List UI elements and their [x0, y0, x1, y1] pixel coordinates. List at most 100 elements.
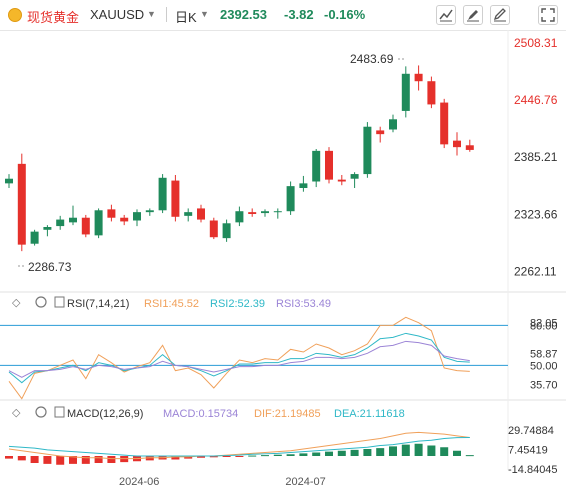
- candle-body: [389, 119, 397, 130]
- chevron-down-icon[interactable]: ▼: [200, 9, 209, 19]
- rsi3-line: [8, 340, 470, 378]
- candle-body: [94, 210, 103, 236]
- rsi1-label: RSI1:45.52: [144, 298, 199, 310]
- candle-body: [376, 130, 385, 135]
- dea-label: DEA:21.11618: [334, 408, 405, 420]
- y-tick-label: 2262.11: [514, 264, 557, 278]
- macd-title: MACD(12,26,9): [67, 408, 143, 420]
- settings-icon[interactable]: [35, 406, 47, 418]
- chevron-down-icon[interactable]: ▼: [147, 9, 156, 19]
- candle-body: [453, 140, 461, 148]
- rsi2-label: RSI2:52.39: [210, 298, 265, 310]
- candle-body: [261, 211, 269, 214]
- candle-body: [17, 163, 26, 245]
- macd-histogram-bar: [350, 449, 359, 456]
- macd-histogram-bar: [17, 456, 26, 461]
- x-tick-label: 2024-07: [285, 476, 325, 488]
- candle-body: [171, 180, 180, 217]
- macd-histogram-bar: [414, 443, 423, 456]
- rsi-y-tick-label: 50.00: [530, 360, 558, 372]
- dea-line: [8, 437, 470, 457]
- rsi1-line: [8, 316, 470, 400]
- candle-body: [209, 220, 218, 238]
- rsi3-label: RSI3:53.49: [276, 298, 331, 310]
- y-tick-label: 2446.76: [514, 93, 558, 107]
- macd-histogram-bar: [248, 455, 257, 457]
- rsi-title: RSI(7,14,21): [67, 298, 129, 310]
- candle-body: [56, 219, 65, 227]
- edit-icon[interactable]: [490, 5, 510, 25]
- high-price-label: 2483.69: [350, 52, 394, 66]
- macd-histogram-bar: [325, 451, 333, 456]
- candle-body: [248, 212, 257, 214]
- candle-body: [401, 73, 410, 111]
- macd-value-label: MACD:0.15734: [163, 408, 238, 420]
- kline-chart[interactable]: 2508.31 2446.76 2385.21 2323.66 2262.11 2483…: [0, 30, 566, 494]
- visibility-icon[interactable]: [54, 296, 65, 308]
- macd-histogram-bar: [30, 456, 39, 463]
- symbol-cn[interactable]: 现货黄金: [27, 7, 79, 26]
- candle-body: [145, 210, 154, 213]
- macd-histogram-bar: [363, 449, 372, 456]
- candle-body: [43, 227, 52, 230]
- y-tick-label: 2385.21: [514, 150, 558, 164]
- macd-histogram-bar: [43, 456, 52, 464]
- fullscreen-icon[interactable]: [538, 5, 558, 25]
- candle-body: [107, 209, 116, 218]
- current-price: 2392.53: [220, 7, 267, 22]
- candle-body: [312, 150, 321, 182]
- candle-body: [120, 217, 129, 222]
- period-selector[interactable]: 日K: [175, 7, 197, 26]
- rsi-y-tick-label: 35.70: [530, 379, 558, 391]
- settings-icon[interactable]: [35, 296, 47, 308]
- macd-histogram-bar: [286, 454, 295, 456]
- rsi-y-tick-label: 82.05: [530, 318, 558, 330]
- candle-body: [222, 223, 231, 239]
- macd-histogram-bar: [94, 456, 103, 463]
- visibility-icon[interactable]: [54, 406, 65, 418]
- macd-histogram-bar: [401, 444, 410, 456]
- candle-body: [158, 177, 167, 211]
- macd-histogram-bar: [465, 455, 474, 457]
- collapse-icon[interactable]: ◇: [12, 297, 21, 309]
- candle-body: [235, 211, 244, 223]
- macd-histogram-bar: [312, 452, 321, 456]
- macd-histogram-bar: [273, 454, 282, 456]
- price-change-pct: -0.16%: [324, 7, 366, 22]
- macd-histogram-bar: [5, 456, 13, 459]
- candle-body: [81, 217, 90, 235]
- divider: [166, 7, 167, 22]
- macd-histogram-bar: [376, 448, 385, 456]
- drawing-tools-icon[interactable]: [463, 5, 483, 25]
- candle-body: [299, 183, 308, 188]
- candle-body: [465, 145, 474, 150]
- price-change: -3.82: [284, 7, 314, 22]
- macd-histogram-bar: [235, 456, 244, 457]
- y-tick-label: 2508.31: [514, 36, 558, 50]
- macd-histogram-bar: [337, 450, 346, 456]
- candle-body: [350, 174, 359, 179]
- macd-y-tick-label: 29.74884: [508, 425, 554, 437]
- candle-body: [184, 212, 193, 216]
- symbol-code[interactable]: XAUUSD: [90, 7, 144, 22]
- candle-body: [30, 231, 39, 244]
- macd-y-tick-label: -14.84045: [508, 464, 558, 476]
- candle-body: [5, 178, 13, 184]
- macd-histogram-bar: [299, 453, 308, 456]
- y-tick-label: 2323.66: [514, 207, 558, 221]
- macd-histogram-bar: [389, 446, 397, 456]
- macd-histogram-bar: [440, 447, 449, 456]
- candle-body: [325, 150, 333, 180]
- candle-body: [363, 126, 372, 175]
- macd-histogram-bar: [427, 445, 436, 456]
- macd-histogram-bar: [56, 456, 65, 465]
- candle-body: [69, 217, 77, 223]
- x-tick-label: 2024-06: [119, 476, 159, 488]
- candle-body: [197, 208, 205, 220]
- candle-body: [414, 73, 423, 82]
- rsi2-line: [8, 332, 470, 384]
- indicators-icon[interactable]: [436, 5, 456, 25]
- candle-body: [286, 186, 295, 212]
- collapse-icon[interactable]: ◇: [12, 407, 21, 419]
- candle-body: [133, 212, 141, 221]
